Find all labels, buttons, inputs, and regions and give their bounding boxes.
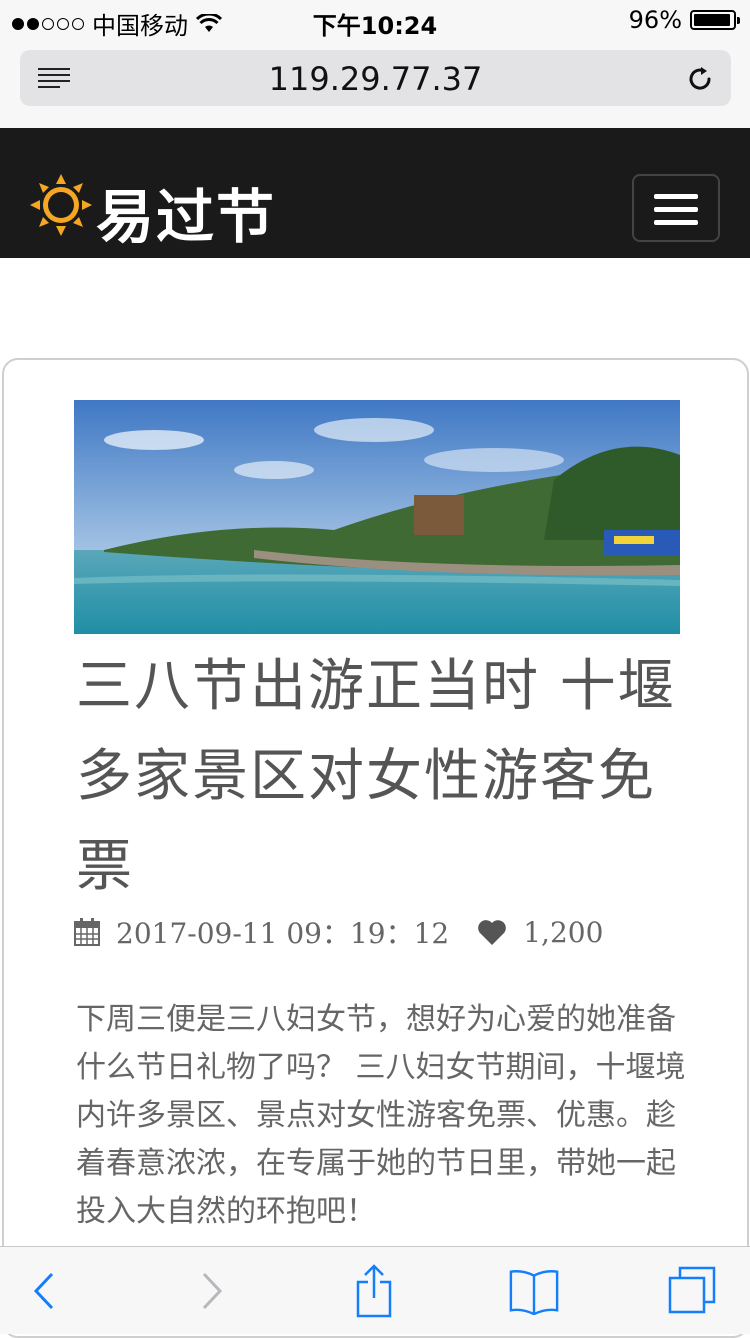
like-count: 1,200 [523, 915, 604, 949]
battery-percent: 96% [628, 6, 682, 34]
tabs-icon [668, 1266, 716, 1314]
browser-toolbar [0, 1246, 750, 1334]
article-summary: 下周三便是三八妇女节，想好为心爱的她准备什么节日礼物了吗？ 三八妇女节期间，十堰… [76, 1002, 686, 1229]
battery-level [694, 14, 731, 26]
article-card: 三八节出游正当时 十堰多家景区对女性游客免票 2017-09-11 09：19：… [2, 358, 749, 1338]
reload-icon[interactable] [685, 64, 715, 94]
forward-button[interactable] [186, 1265, 238, 1317]
article-title[interactable]: 三八节出游正当时 十堰多家景区对女性游客免票 [76, 642, 686, 912]
address-bar[interactable]: 119.29.77.37 [20, 50, 731, 106]
browser-chrome: 119.29.77.37 [0, 40, 750, 128]
back-chevron-icon [33, 1272, 54, 1310]
hero-image[interactable] [74, 400, 680, 634]
brand-name[interactable]: 易过节 [96, 170, 276, 254]
url-text[interactable]: 119.29.77.37 [20, 60, 731, 98]
tabs-button[interactable] [666, 1265, 718, 1317]
share-button[interactable] [348, 1264, 400, 1318]
sun-icon[interactable] [30, 174, 92, 236]
site-navbar: 易过节 [0, 128, 750, 258]
status-bar: 中国移动 下午10:24 96% [0, 0, 750, 40]
status-right: 96% [628, 6, 740, 34]
article-meta: 2017-09-11 09：19：12 1,200 [74, 912, 603, 952]
bookmarks-button[interactable] [508, 1265, 560, 1317]
calendar-icon [74, 918, 100, 946]
article-datetime: 2017-09-11 09：19：12 [116, 917, 450, 950]
menu-toggle-button[interactable] [632, 174, 720, 242]
battery-icon [690, 10, 740, 30]
hamburger-menu-icon [654, 194, 698, 199]
heart-icon[interactable] [477, 918, 507, 946]
bookmarks-book-icon [509, 1270, 559, 1315]
forward-chevron-icon [202, 1272, 223, 1310]
back-button[interactable] [18, 1265, 70, 1317]
share-icon [356, 1264, 392, 1318]
